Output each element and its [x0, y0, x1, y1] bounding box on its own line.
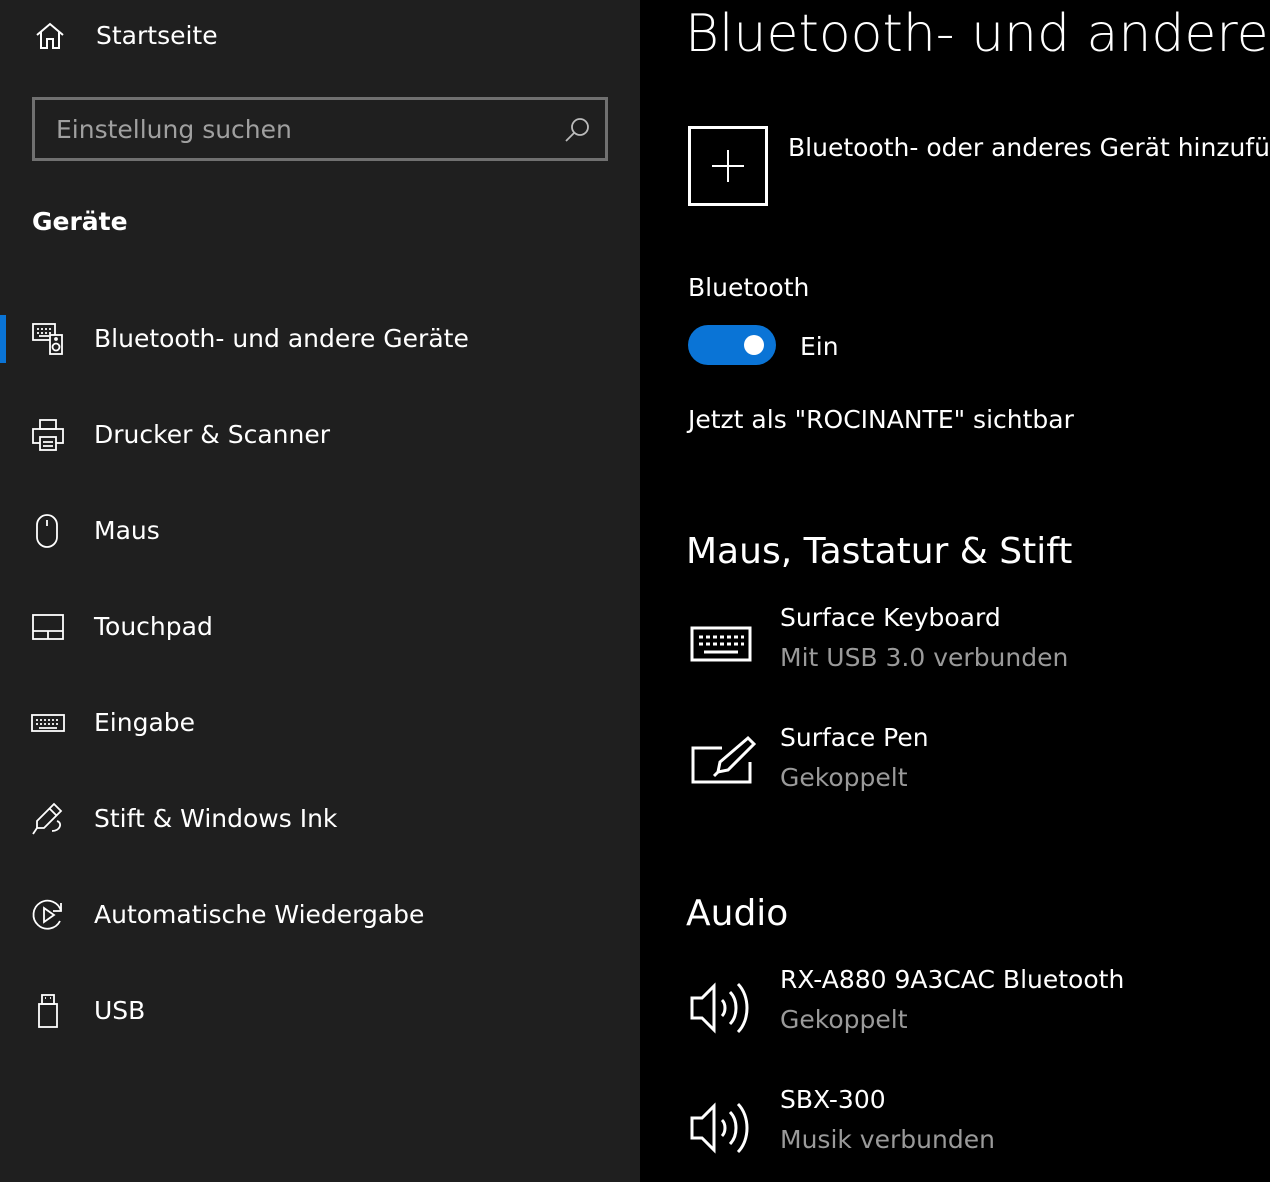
device-status: Gekoppelt: [780, 1005, 908, 1034]
device-status: Mit USB 3.0 verbunden: [780, 643, 1069, 672]
sidebar-item-label: Maus: [94, 516, 160, 545]
sidebar: Startseite Geräte Bluetooth- und andere …: [0, 0, 640, 1182]
home-link[interactable]: Startseite: [0, 0, 640, 72]
speaker-icon: [688, 1094, 760, 1154]
search-icon[interactable]: [563, 116, 591, 144]
sidebar-item-mouse[interactable]: Maus: [0, 483, 640, 579]
device-surface-pen[interactable]: Surface Pen Gekoppelt: [688, 720, 1268, 816]
sidebar-item-label: Automatische Wiedergabe: [94, 900, 425, 929]
device-name: Surface Pen: [780, 723, 929, 752]
device-surface-keyboard[interactable]: Surface Keyboard Mit USB 3.0 verbunden: [688, 600, 1268, 696]
visibility-text: Jetzt als "ROCINANTE" sichtbar: [688, 405, 1074, 434]
group-title-input-devices: Maus, Tastatur & Stift: [686, 531, 1073, 572]
sidebar-item-label: Touchpad: [94, 612, 213, 641]
toggle-knob: [744, 335, 764, 355]
plus-icon: [711, 149, 745, 183]
touchpad-icon: [30, 609, 66, 645]
section-title: Geräte: [32, 207, 128, 236]
sidebar-item-touchpad[interactable]: Touchpad: [0, 579, 640, 675]
pen-tablet-icon: [688, 732, 760, 792]
add-device-button[interactable]: [688, 126, 768, 206]
sidebar-item-label: Bluetooth- und andere Geräte: [94, 324, 469, 353]
device-rx-a880[interactable]: RX-A880 9A3CAC Bluetooth Gekoppelt: [688, 962, 1268, 1058]
mouse-icon: [30, 513, 66, 549]
bluetooth-devices-icon: [30, 321, 66, 357]
sidebar-item-printers[interactable]: Drucker & Scanner: [0, 387, 640, 483]
sidebar-item-pen[interactable]: Stift & Windows Ink: [0, 771, 640, 867]
sidebar-item-label: Drucker & Scanner: [94, 420, 331, 449]
home-icon: [34, 20, 66, 52]
pen-icon: [30, 801, 66, 837]
autoplay-icon: [30, 897, 66, 933]
sidebar-item-typing[interactable]: Eingabe: [0, 675, 640, 771]
add-device-label[interactable]: Bluetooth- oder anderes Gerät hinzufügen: [788, 130, 1270, 166]
main-content: Bluetooth- und andere Geräte Bluetooth- …: [640, 0, 1270, 1182]
device-name: RX-A880 9A3CAC Bluetooth: [780, 965, 1125, 994]
group-title-audio: Audio: [686, 893, 789, 934]
bluetooth-toggle[interactable]: [688, 325, 776, 365]
device-name: SBX-300: [780, 1085, 886, 1114]
printer-icon: [30, 417, 66, 453]
bluetooth-state: Ein: [800, 332, 839, 361]
sidebar-item-label: USB: [94, 996, 146, 1025]
sidebar-item-bluetooth[interactable]: Bluetooth- und andere Geräte: [0, 291, 640, 387]
device-name: Surface Keyboard: [780, 603, 1001, 632]
sidebar-item-label: Stift & Windows Ink: [94, 804, 338, 833]
usb-icon: [30, 993, 66, 1029]
device-sbx-300[interactable]: SBX-300 Musik verbunden: [688, 1082, 1268, 1178]
bluetooth-label: Bluetooth: [688, 273, 810, 302]
sidebar-item-label: Eingabe: [94, 708, 196, 737]
page-title: Bluetooth- und andere Geräte: [685, 4, 1270, 64]
device-status: Musik verbunden: [780, 1125, 995, 1154]
search-input[interactable]: [35, 100, 545, 158]
keyboard-icon: [688, 612, 760, 672]
device-status: Gekoppelt: [780, 763, 908, 792]
sidebar-item-autoplay[interactable]: Automatische Wiedergabe: [0, 867, 640, 963]
keyboard-icon: [30, 705, 66, 741]
speaker-icon: [688, 974, 760, 1034]
sidebar-item-usb[interactable]: USB: [0, 963, 640, 1059]
search-box[interactable]: [32, 97, 608, 161]
home-label: Startseite: [96, 21, 218, 50]
